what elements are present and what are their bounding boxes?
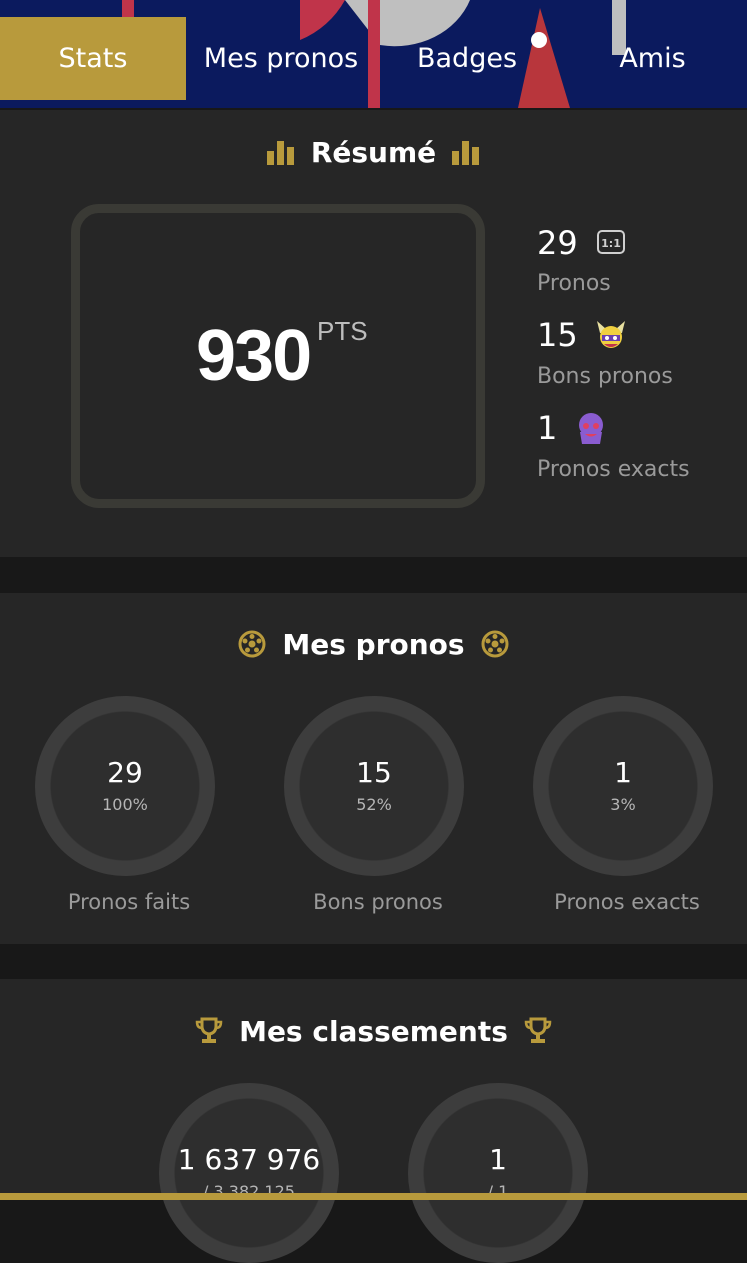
stat-pronos-label: Pronos: [537, 271, 611, 296]
stat-bons-value: 15: [537, 316, 578, 354]
ring-value: 1: [489, 1143, 507, 1176]
bar-chart-icon: [452, 139, 480, 165]
tab-stats[interactable]: Stats: [0, 17, 186, 100]
mes-pronos-title: Mes pronos: [0, 626, 747, 662]
stat-pronos-value: 29: [537, 224, 578, 262]
score-unit: PTS: [317, 316, 368, 346]
tab-mes-pronos-label: Mes pronos: [203, 43, 359, 74]
ring-percent: 100%: [102, 795, 148, 814]
ring-percent: 52%: [356, 795, 392, 814]
resume-title: Résumé: [0, 134, 747, 170]
trophy-icon: [195, 1017, 223, 1045]
ring-label: Pronos exacts: [554, 890, 700, 914]
friends-ranking-ring[interactable]: 1 / 1: [408, 1083, 588, 1263]
svg-text:1:1: 1:1: [601, 237, 621, 250]
ring-value: 1: [614, 756, 632, 789]
bottom-accent-bar: [0, 1193, 747, 1200]
ring-value: 29: [107, 756, 143, 789]
tab-stats-label: Stats: [58, 43, 128, 74]
ring-value: 15: [356, 756, 392, 789]
resume-title-text: Résumé: [310, 135, 437, 169]
stat-exacts-value: 1: [537, 409, 558, 447]
top-tab-bar: Stats Mes pronos Badges Amis: [0, 0, 747, 108]
tab-amis-label: Amis: [619, 43, 686, 74]
soccer-ball-icon: [481, 630, 509, 658]
mes-pronos-title-text: Mes pronos: [282, 627, 465, 661]
score-one-one-icon: 1:1: [597, 230, 625, 258]
pronos-exacts-ring: 1 3%: [533, 696, 713, 876]
tab-amis[interactable]: Amis: [558, 17, 747, 100]
tab-badges[interactable]: Badges: [376, 17, 558, 100]
classements-title-text: Mes classements: [239, 1014, 508, 1048]
ring-percent: 3%: [610, 795, 636, 814]
stat-bons-label: Bons pronos: [537, 364, 673, 389]
ring-value: 1 637 976: [177, 1143, 321, 1176]
soccer-ball-icon: [238, 630, 266, 658]
ring-label: Pronos faits: [67, 890, 191, 914]
tab-mes-pronos[interactable]: Mes pronos: [186, 17, 376, 100]
bar-chart-icon: [266, 139, 295, 165]
pronos-faits-ring: 29 100%: [35, 696, 215, 876]
ring-label: Bons pronos: [313, 890, 443, 914]
mascot-helmet-icon: [594, 317, 628, 357]
trophy-icon: [524, 1017, 552, 1045]
mascot-purple-icon: [574, 410, 608, 450]
stat-exacts-label: Pronos exacts: [537, 457, 690, 482]
bons-pronos-ring: 15 52%: [284, 696, 464, 876]
global-ranking-ring[interactable]: 1 637 976 / 3 382 125: [159, 1083, 339, 1263]
classements-title: Mes classements: [0, 1013, 747, 1049]
tab-badges-label: Badges: [416, 43, 518, 74]
total-score: 930: [196, 316, 312, 396]
